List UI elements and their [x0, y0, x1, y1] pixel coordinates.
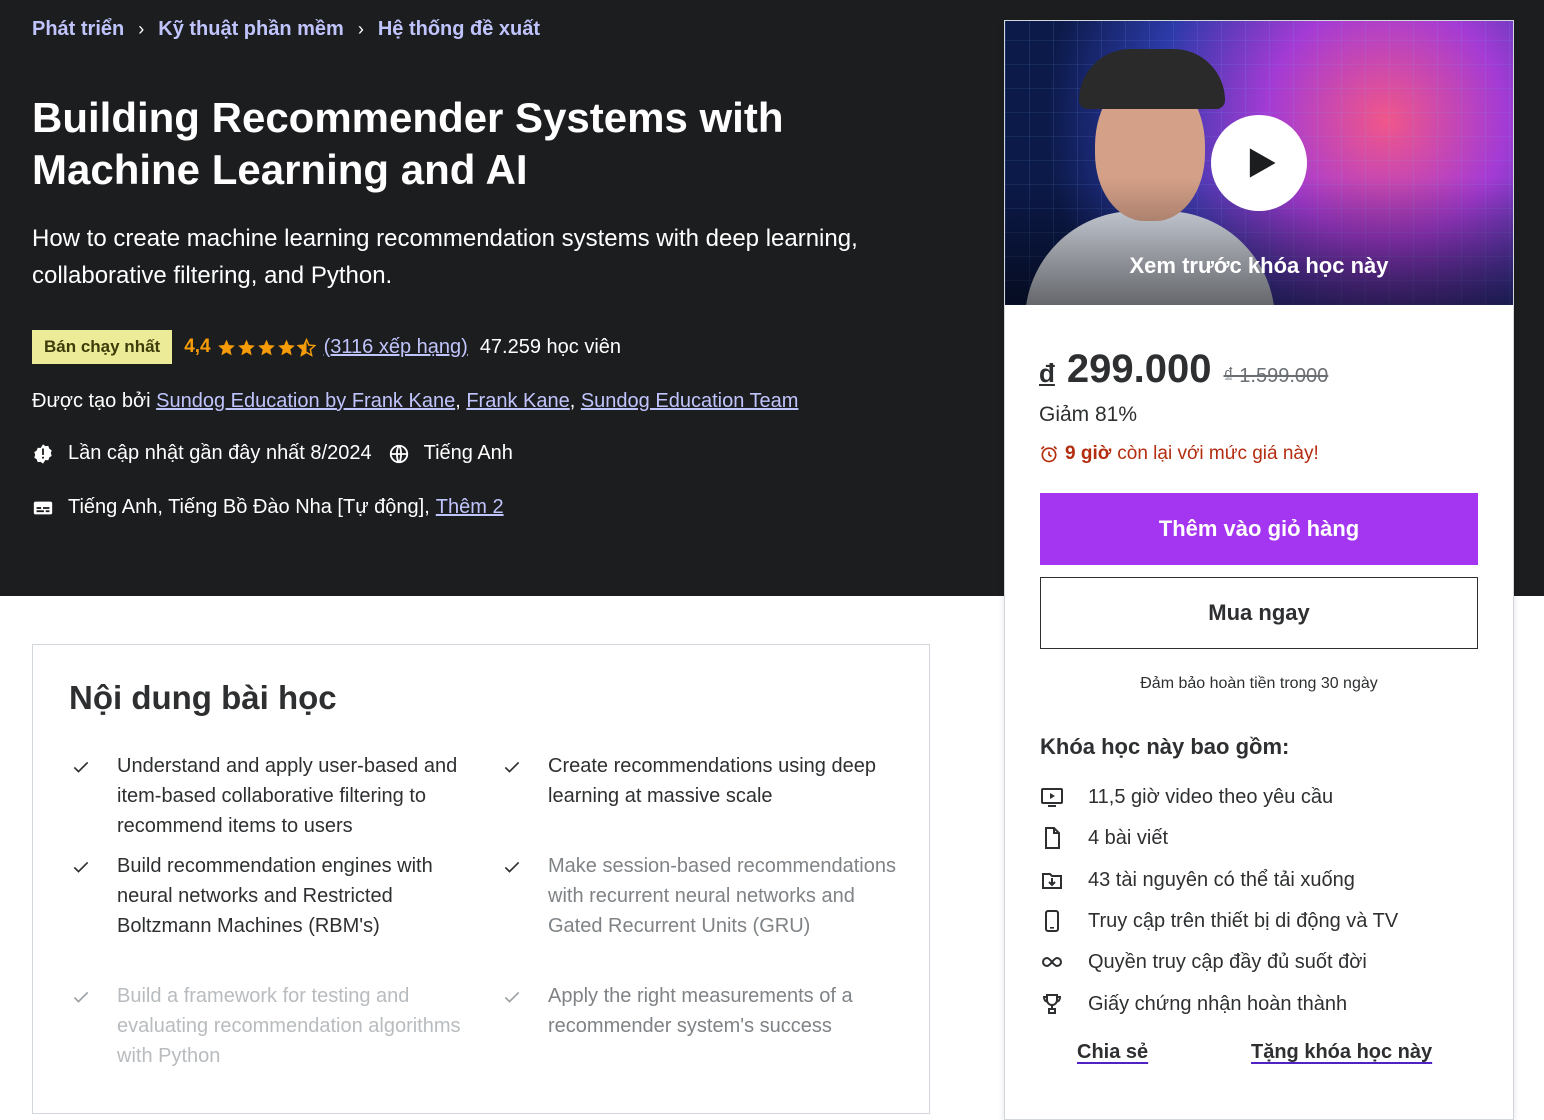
learn-item-text: Build recommendation engines with neural…	[117, 855, 433, 937]
include-item-downloads: 43 tài nguyên có thể tải xuống	[1040, 868, 1355, 892]
currency-symbol: đ	[1039, 358, 1055, 388]
money-back-guarantee: Đảm bảo hoàn tiền trong 30 ngày	[1140, 675, 1378, 692]
include-text: 11,5 giờ video theo yêu cầu	[1088, 785, 1334, 808]
include-text: 43 tài nguyên có thể tải xuống	[1088, 868, 1355, 891]
add-to-cart-button[interactable]: Thêm vào giỏ hàng	[1040, 493, 1478, 565]
chevron-right-icon: ›	[357, 19, 364, 39]
timer-text: còn lại với mức giá này!	[1117, 443, 1319, 464]
star-icon	[237, 339, 255, 355]
timer-hours: 9 giờ	[1065, 443, 1112, 464]
created-by-label: Được tạo bởi	[32, 390, 151, 412]
include-item-lifetime: Quyền truy cập đầy đủ suốt đời	[1040, 950, 1367, 974]
breadcrumb-item-development[interactable]: Phát triển	[32, 18, 124, 41]
star-icon	[217, 339, 235, 355]
include-item-video: 11,5 giờ video theo yêu cầu	[1040, 785, 1333, 809]
course-preview-video[interactable]: Xem trước khóa học này	[1005, 21, 1513, 305]
includes-title: Khóa học này bao gồm:	[1040, 734, 1290, 759]
globe-icon	[389, 444, 408, 463]
mobile-icon	[1045, 910, 1059, 932]
download-icon	[1042, 873, 1062, 889]
check-icon	[504, 861, 520, 873]
star-half-icon	[296, 337, 316, 357]
breadcrumb-item-software-engineering[interactable]: Kỹ thuật phần mềm	[158, 18, 344, 41]
course-subtitle: How to create machine learning recommend…	[32, 225, 858, 289]
learn-item-text: Build a framework for testing and evalua…	[117, 985, 461, 1067]
star-rating	[217, 337, 316, 357]
what-you-learn-box: Nội dung bài học Understand and apply us…	[32, 644, 930, 1114]
learn-item-text: Create recommendations using deep learni…	[548, 755, 876, 807]
breadcrumb-item-recommender-systems[interactable]: Hệ thống đề xuất	[378, 18, 540, 41]
instructor-link-sundog-team[interactable]: Sundog Education Team	[581, 390, 799, 412]
learn-item: Make session-based recommendations with …	[502, 851, 902, 941]
instructor-link-sundog-frank[interactable]: Sundog Education by Frank Kane	[156, 390, 455, 412]
original-price: ₫ 1.599.000	[1223, 365, 1329, 387]
star-icon	[277, 339, 295, 355]
course-language: Tiếng Anh	[423, 442, 513, 464]
sale-timer: 9 giờ còn lại với mức giá này!	[1039, 443, 1319, 465]
update-language-row: Lần cập nhật gần đây nhất 8/2024 Tiếng A…	[32, 442, 513, 465]
learn-item-text: Make session-based recommendations with …	[548, 855, 896, 937]
rating-score: 4,4	[184, 336, 211, 357]
trophy-icon	[1042, 994, 1062, 1014]
last-updated: Lần cập nhật gần đây nhất 8/2024	[68, 442, 372, 464]
include-text: Quyền truy cập đầy đủ suốt đời	[1088, 950, 1367, 973]
learn-item-text: Apply the right measurements of a recomm…	[548, 985, 853, 1037]
rating-count-link[interactable]: (3116 xếp hạng)	[324, 336, 468, 359]
include-text: Truy cập trên thiết bị di động và TV	[1088, 909, 1399, 932]
video-icon	[1041, 788, 1063, 807]
include-item-certificate: Giấy chứng nhận hoàn thành	[1040, 992, 1347, 1016]
created-by: Được tạo bởi Sundog Education by Frank K…	[32, 390, 799, 412]
discount-percent: Giảm 81%	[1039, 403, 1138, 426]
chevron-right-icon: ›	[138, 19, 145, 39]
file-icon	[1045, 827, 1060, 849]
student-count: 47.259 học viên	[479, 335, 622, 358]
include-text: 4 bài viết	[1088, 826, 1169, 849]
learn-item: Build a framework for testing and evalua…	[71, 981, 471, 1071]
what-you-learn-title: Nội dung bài học	[69, 679, 337, 716]
learn-item: Apply the right measurements of a recomm…	[502, 981, 902, 1041]
captions-row: Tiếng Anh, Tiếng Bồ Đào Nha [Tự động], T…	[32, 496, 504, 519]
learn-item: Understand and apply user-based and item…	[71, 751, 471, 841]
rating-row: Bán chạy nhất 4,4 (3116 xếp hạng) 47.259…	[32, 330, 621, 364]
infinity-icon	[1041, 956, 1063, 968]
check-icon	[504, 761, 520, 773]
instructor-link-frank-kane[interactable]: Frank Kane	[466, 390, 569, 412]
learn-item: Build recommendation engines with neural…	[71, 851, 471, 941]
play-icon	[1249, 148, 1276, 178]
star-icon	[257, 339, 275, 355]
play-button[interactable]	[1211, 115, 1307, 211]
alert-badge-icon	[34, 443, 52, 464]
preview-label: Xem trước khóa học này	[1129, 253, 1389, 278]
learn-item: Create recommendations using deep learni…	[502, 751, 902, 811]
bestseller-badge: Bán chạy nhất	[32, 330, 173, 364]
captions-more-link[interactable]: Thêm 2	[436, 496, 504, 519]
alarm-clock-icon	[1040, 445, 1058, 463]
check-icon	[73, 991, 89, 1003]
captions-languages: Tiếng Anh, Tiếng Bồ Đào Nha [Tự động],	[68, 496, 430, 518]
learn-item-text: Understand and apply user-based and item…	[117, 755, 458, 837]
current-price: 299.000	[1066, 347, 1212, 391]
check-icon	[73, 761, 89, 773]
buy-now-button[interactable]: Mua ngay	[1040, 577, 1478, 649]
gift-course-link[interactable]: Tặng khóa học này	[1251, 1041, 1432, 1064]
check-icon	[504, 991, 520, 1003]
check-icon	[73, 861, 89, 873]
share-link[interactable]: Chia sẻ	[1077, 1041, 1148, 1064]
price-row: đ 299.000 ₫ 1.599.000	[1039, 347, 1328, 392]
include-text: Giấy chứng nhận hoàn thành	[1088, 992, 1348, 1015]
breadcrumb: Phát triển › Kỹ thuật phần mềm › Hệ thốn…	[32, 18, 540, 41]
course-title: Building Recommender Systems with Machin…	[32, 94, 784, 193]
include-item-mobile: Truy cập trên thiết bị di động và TV	[1040, 909, 1398, 933]
captions-icon	[33, 501, 53, 514]
purchase-sidebar: Xem trước khóa học này đ 299.000 ₫ 1.599…	[1004, 20, 1514, 1120]
include-item-articles: 4 bài viết	[1040, 826, 1168, 850]
